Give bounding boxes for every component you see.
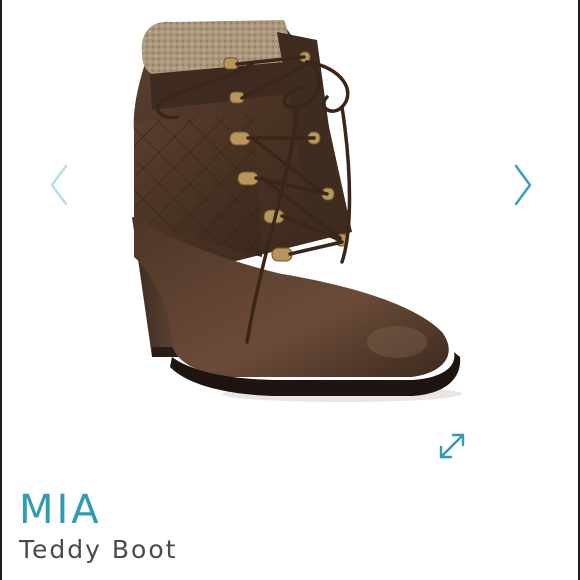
brand-name: MIA <box>19 487 102 533</box>
product-image[interactable] <box>112 12 472 412</box>
chevron-left-icon[interactable] <box>44 160 74 210</box>
chevron-right-icon[interactable] <box>508 160 538 210</box>
product-name: Teddy Boot <box>19 535 178 564</box>
product-card: MIA Teddy Boot <box>0 0 580 580</box>
expand-icon[interactable] <box>436 430 468 462</box>
